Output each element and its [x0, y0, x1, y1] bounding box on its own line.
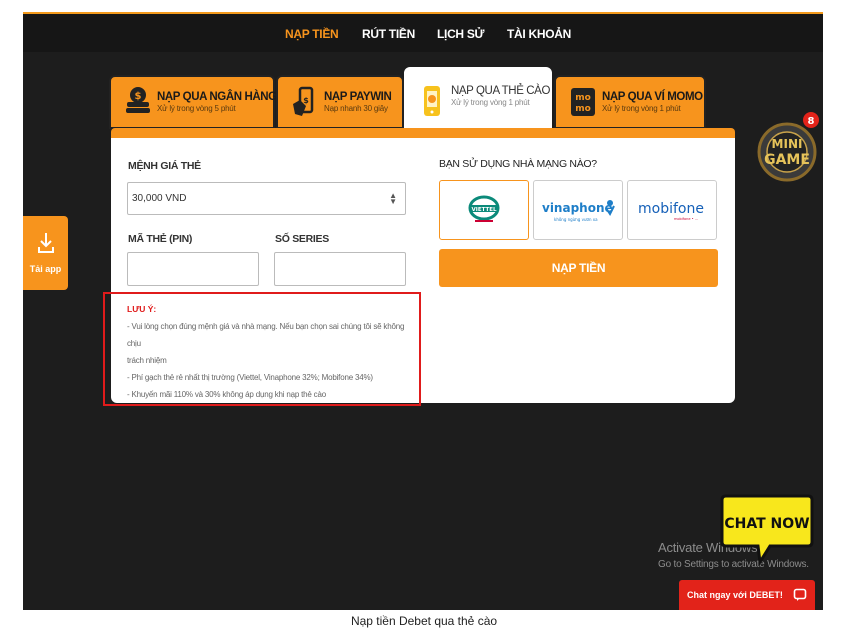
top-navigation: NẠP TIỀN RÚT TIỀN LỊCH SỬ TÀI KHOẢN — [23, 12, 823, 52]
tab-bank-subtitle: Xử lý trong vòng 5 phút — [157, 104, 236, 113]
app-screen: NẠP TIỀN RÚT TIỀN LỊCH SỬ TÀI KHOẢN $ NẠ… — [23, 12, 823, 610]
chat-bar[interactable]: Chat ngay với DEBET! — [679, 580, 815, 610]
nav-lich-su[interactable]: LỊCH SỬ — [437, 14, 485, 54]
notice-line: - Khuyến mãi 110% và 30% không áp dụng k… — [127, 390, 326, 399]
tab-strip — [111, 128, 735, 138]
denomination-value: 30,000 VND — [132, 193, 187, 204]
minigame-line2: GAME — [764, 152, 810, 168]
carrier-vinaphone[interactable]: vinaphone không ngừng vươn xa — [533, 180, 623, 240]
svg-text:không ngừng vươn xa: không ngừng vươn xa — [554, 217, 598, 222]
mobifone-logo-icon: mobifonemobifone • ... — [638, 201, 704, 221]
notice-line: trách nhiệm — [127, 356, 167, 365]
minigame-badge: 8 — [808, 116, 815, 127]
tab-scratch-card-subtitle: Xử lý trong vòng 1 phút — [450, 98, 530, 107]
serial-input[interactable] — [274, 252, 406, 286]
notice-line: - Vui lòng chọn đúng mệnh giá và nhà mạn… — [127, 322, 405, 348]
minigame-button[interactable]: MINI GAME 8 — [755, 102, 819, 202]
svg-text:mo: mo — [575, 93, 591, 103]
momo-icon: mo mo — [570, 85, 596, 119]
notice-line: - Phí gạch thẻ rẻ nhất thị trường (Viett… — [127, 373, 373, 382]
nav-rut-tien[interactable]: RÚT TIỀN — [362, 14, 415, 54]
tab-momo[interactable]: mo mo NẠP QUA VÍ MOMO Xử lý trong vòng 1 p… — [554, 75, 706, 129]
tab-scratch-card-title: NẠP QUA THẺ CÀO — [450, 85, 550, 97]
download-icon — [37, 233, 54, 253]
tab-bank[interactable]: $ NẠP QUA NGÂN HÀNG Xử lý trong vòng 5 ph… — [109, 75, 277, 129]
carrier-mobifone[interactable]: mobifone mobifone • ... — [627, 180, 717, 240]
download-app-label: Tải app — [29, 264, 62, 274]
select-arrows-icon: ▲ ▼ — [389, 191, 397, 206]
bank-coins-icon: $ — [125, 85, 151, 119]
minigame-line1: MINI — [772, 137, 803, 151]
svg-text:vinaphone: vinaphone — [542, 201, 613, 215]
chat-bubble-icon — [793, 588, 807, 601]
tab-paywin-title: NẠP PAYWIN — [324, 91, 392, 103]
svg-text:mobifone: mobifone — [638, 201, 704, 217]
tab-paywin-subtitle: Nạp nhanh 30 giây — [324, 104, 388, 113]
carrier-viettel[interactable]: VIETTEL — [439, 180, 529, 240]
notice-heading: LƯU Ý: — [127, 304, 157, 314]
svg-text:VIETTEL: VIETTEL — [472, 207, 497, 213]
vinaphone-logo-icon: vinaphone không ngừng vươn xa — [542, 200, 615, 222]
svg-text:$: $ — [303, 96, 309, 105]
chat-bar-label: Chat ngay với DEBET! — [687, 590, 783, 600]
submit-topup-button[interactable]: NẠP TIỀN — [439, 249, 718, 287]
pin-label: MÃ THẺ (PIN) — [128, 233, 193, 245]
tab-momo-title: NẠP QUA VÍ MOMO — [602, 91, 703, 103]
carrier-question: BẠN SỬ DỤNG NHÀ MẠNG NÀO? — [439, 158, 597, 170]
tab-momo-subtitle: Xử lý trong vòng 1 phút — [602, 104, 681, 113]
svg-text:$: $ — [135, 91, 142, 102]
serial-label: SỐ SERIES — [275, 233, 329, 245]
chat-now-label: CHAT NOW — [724, 516, 809, 532]
nav-nap-tien[interactable]: NẠP TIỀN — [285, 14, 339, 54]
viettel-logo-icon: VIETTEL — [468, 195, 500, 222]
denomination-label: MỆNH GIÁ THẺ — [128, 160, 201, 172]
notice-box: LƯU Ý: - Vui lòng chọn đúng mệnh giá và … — [103, 292, 421, 406]
chat-now-bubble[interactable]: CHAT NOW — [720, 492, 814, 568]
svg-text:mo: mo — [575, 104, 591, 114]
download-app-button[interactable]: Tải app — [23, 216, 68, 290]
phone-card-icon — [422, 85, 445, 119]
denomination-select[interactable]: 30,000 VND ▲ ▼ — [127, 182, 406, 215]
svg-text:mobifone • ...: mobifone • ... — [674, 217, 698, 221]
tab-bank-title: NẠP QUA NGÂN HÀNG — [157, 91, 277, 103]
image-caption: Nạp tiền Debet qua thẻ cào — [350, 614, 498, 628]
nav-tai-khoan[interactable]: TÀI KHOẢN — [507, 14, 571, 54]
tab-paywin[interactable]: $ NẠP PAYWIN Nạp nhanh 30 giây — [276, 75, 404, 129]
pin-input[interactable] — [127, 252, 259, 286]
phone-hand-icon: $ — [292, 85, 318, 119]
